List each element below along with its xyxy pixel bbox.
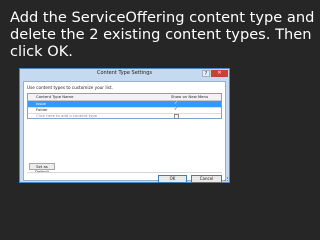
column-header-show-on-new-menu[interactable]: Show on New Menu — [171, 94, 208, 100]
content-type-settings-dialog: Content Type Settings ? ✕ Use content ty… — [19, 68, 230, 183]
show-on-new-menu-checkbox[interactable] — [174, 114, 179, 119]
dialog-body: Use content types to customize your list… — [23, 81, 226, 183]
add-content-type-placeholder: Click here to add a content type — [36, 113, 98, 118]
dialog-title: Content Type Settings — [96, 70, 153, 76]
ok-button[interactable]: OK — [158, 175, 187, 183]
show-on-new-menu-checkbox[interactable]: ✓ — [174, 107, 178, 112]
dialog-titlebar[interactable]: Content Type Settings ? ✕ — [20, 69, 229, 80]
dialog-instructions: Use content types to customize your list… — [27, 85, 113, 90]
set-as-default-button[interactable]: Set as Default — [29, 163, 55, 174]
show-on-new-menu-checkbox[interactable]: ✓ — [174, 101, 178, 106]
add-content-type-row[interactable]: Click here to add a content type — [28, 113, 221, 119]
slide-instruction: Add the ServiceOffering content type and… — [10, 9, 315, 60]
close-button[interactable]: ✕ — [211, 70, 228, 77]
resize-grip-icon[interactable] — [224, 177, 228, 181]
content-type-grid: Content Type Name Show on New Menu Issue… — [27, 93, 222, 119]
help-button[interactable]: ? — [202, 70, 210, 77]
cancel-button[interactable]: Cancel — [191, 175, 222, 183]
column-header-content-type-name[interactable]: Content Type Name — [36, 94, 73, 100]
grid-header: Content Type Name Show on New Menu — [28, 94, 221, 101]
button-divider — [27, 172, 222, 173]
